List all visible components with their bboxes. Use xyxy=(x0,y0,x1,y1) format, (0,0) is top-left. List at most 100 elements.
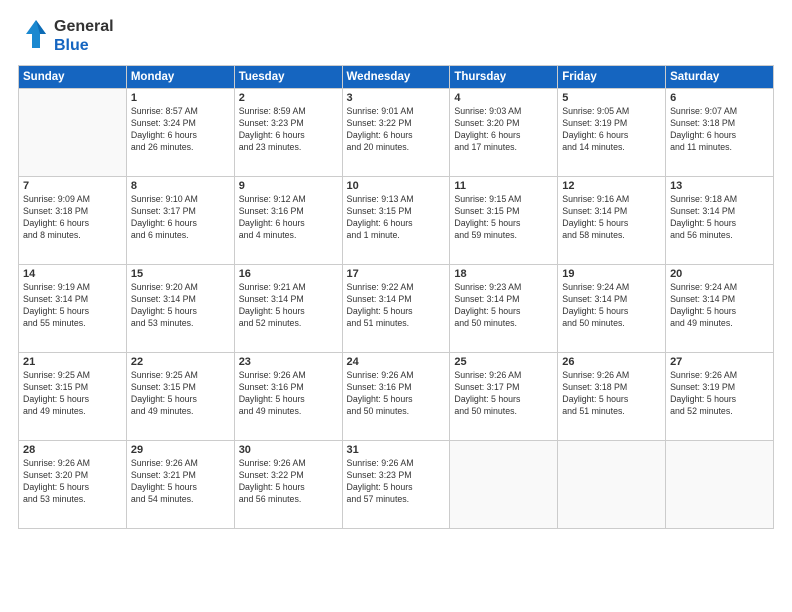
calendar-cell: 17Sunrise: 9:22 AM Sunset: 3:14 PM Dayli… xyxy=(342,265,450,353)
day-number: 11 xyxy=(454,180,553,192)
calendar-cell: 18 Sunrise: 9:23 AM Sunset: 3:14 PM Dayli… xyxy=(450,265,558,353)
calendar-cell: 24 Sunrise: 9:26 AM Sunset: 3:16 PM Dayli… xyxy=(342,353,450,441)
cell-sun-info: Sunrise: 9:13 AM Sunset: 3:15 PM Dayligh… xyxy=(347,194,446,242)
calendar-cell: 6 Sunrise: 9:07 AM Sunset: 3:18 PM Daylig… xyxy=(666,89,774,177)
logo-general: General xyxy=(54,18,114,36)
calendar-cell xyxy=(450,441,558,529)
weekday-header: Friday xyxy=(558,66,666,89)
day-number: 6 xyxy=(670,92,769,104)
cell-sun-info: Sunrise: 9:21 AM Sunset: 3:14 PM Dayligh… xyxy=(239,282,338,330)
cell-sun-info: Sunrise: 9:18 AM Sunset: 3:14 PM Dayligh… xyxy=(670,194,769,242)
calendar-cell: 13 Sunrise: 9:18 AM Sunset: 3:14 PM Dayli… xyxy=(666,177,774,265)
day-number: 10 xyxy=(347,180,446,192)
day-number: 20 xyxy=(670,268,769,280)
day-number: 25 xyxy=(454,356,553,368)
cell-sun-info: Sunrise: 9:24 AM Sunset: 3:14 PM Dayligh… xyxy=(562,282,661,330)
day-number: 3 xyxy=(347,92,446,104)
calendar-cell: 11Sunrise: 9:15 AM Sunset: 3:15 PM Dayli… xyxy=(450,177,558,265)
calendar-cell: 12Sunrise: 9:16 AM Sunset: 3:14 PM Dayli… xyxy=(558,177,666,265)
weekday-header: Wednesday xyxy=(342,66,450,89)
calendar-week-row: 7 Sunrise: 9:09 AM Sunset: 3:18 PM Daylig… xyxy=(19,177,774,265)
cell-sun-info: Sunrise: 9:24 AM Sunset: 3:14 PM Dayligh… xyxy=(670,282,769,330)
cell-sun-info: Sunrise: 9:05 AM Sunset: 3:19 PM Dayligh… xyxy=(562,106,661,154)
calendar-week-row: 28 Sunrise: 9:26 AM Sunset: 3:20 PM Dayli… xyxy=(19,441,774,529)
cell-sun-info: Sunrise: 9:10 AM Sunset: 3:17 PM Dayligh… xyxy=(131,194,230,242)
calendar-cell: 14 Sunrise: 9:19 AM Sunset: 3:14 PM Dayli… xyxy=(19,265,127,353)
day-number: 1 xyxy=(131,92,230,104)
day-number: 5 xyxy=(562,92,661,104)
cell-sun-info: Sunrise: 9:26 AM Sunset: 3:21 PM Dayligh… xyxy=(131,458,230,506)
calendar-cell: 21Sunrise: 9:25 AM Sunset: 3:15 PM Dayli… xyxy=(19,353,127,441)
page: General Blue SundayMondayTuesdayWednesda… xyxy=(0,0,792,612)
calendar-cell: 3 Sunrise: 9:01 AM Sunset: 3:22 PM Daylig… xyxy=(342,89,450,177)
weekday-header: Thursday xyxy=(450,66,558,89)
calendar-cell: 29Sunrise: 9:26 AM Sunset: 3:21 PM Dayli… xyxy=(126,441,234,529)
cell-sun-info: Sunrise: 9:01 AM Sunset: 3:22 PM Dayligh… xyxy=(347,106,446,154)
cell-sun-info: Sunrise: 9:26 AM Sunset: 3:23 PM Dayligh… xyxy=(347,458,446,506)
day-number: 8 xyxy=(131,180,230,192)
day-number: 27 xyxy=(670,356,769,368)
calendar-week-row: 14 Sunrise: 9:19 AM Sunset: 3:14 PM Dayli… xyxy=(19,265,774,353)
calendar-cell: 5 Sunrise: 9:05 AM Sunset: 3:19 PM Daylig… xyxy=(558,89,666,177)
calendar-cell: 30 Sunrise: 9:26 AM Sunset: 3:22 PM Dayli… xyxy=(234,441,342,529)
calendar-week-row: 21Sunrise: 9:25 AM Sunset: 3:15 PM Dayli… xyxy=(19,353,774,441)
day-number: 13 xyxy=(670,180,769,192)
day-number: 22 xyxy=(131,356,230,368)
day-number: 23 xyxy=(239,356,338,368)
day-number: 19 xyxy=(562,268,661,280)
calendar-cell: 9 Sunrise: 9:12 AM Sunset: 3:16 PM Daylig… xyxy=(234,177,342,265)
cell-sun-info: Sunrise: 8:57 AM Sunset: 3:24 PM Dayligh… xyxy=(131,106,230,154)
calendar-cell: 22 Sunrise: 9:25 AM Sunset: 3:15 PM Dayli… xyxy=(126,353,234,441)
calendar-cell: 15Sunrise: 9:20 AM Sunset: 3:14 PM Dayli… xyxy=(126,265,234,353)
calendar-week-row: 1 Sunrise: 8:57 AM Sunset: 3:24 PM Daylig… xyxy=(19,89,774,177)
day-number: 9 xyxy=(239,180,338,192)
header: General Blue xyxy=(18,18,774,55)
calendar-cell: 19 Sunrise: 9:24 AM Sunset: 3:14 PM Dayli… xyxy=(558,265,666,353)
calendar-cell: 23 Sunrise: 9:26 AM Sunset: 3:16 PM Dayli… xyxy=(234,353,342,441)
day-number: 26 xyxy=(562,356,661,368)
day-number: 18 xyxy=(454,268,553,280)
day-number: 15 xyxy=(131,268,230,280)
weekday-header: Monday xyxy=(126,66,234,89)
cell-sun-info: Sunrise: 9:26 AM Sunset: 3:17 PM Dayligh… xyxy=(454,370,553,418)
calendar-cell xyxy=(558,441,666,529)
cell-sun-info: Sunrise: 9:19 AM Sunset: 3:14 PM Dayligh… xyxy=(23,282,122,330)
cell-sun-info: Sunrise: 9:26 AM Sunset: 3:16 PM Dayligh… xyxy=(239,370,338,418)
day-number: 14 xyxy=(23,268,122,280)
cell-sun-info: Sunrise: 9:26 AM Sunset: 3:18 PM Dayligh… xyxy=(562,370,661,418)
calendar-cell: 1 Sunrise: 8:57 AM Sunset: 3:24 PM Daylig… xyxy=(126,89,234,177)
day-number: 17 xyxy=(347,268,446,280)
logo-blue: Blue xyxy=(54,37,114,55)
cell-sun-info: Sunrise: 9:26 AM Sunset: 3:20 PM Dayligh… xyxy=(23,458,122,506)
cell-sun-info: Sunrise: 9:26 AM Sunset: 3:22 PM Dayligh… xyxy=(239,458,338,506)
day-number: 24 xyxy=(347,356,446,368)
cell-sun-info: Sunrise: 9:26 AM Sunset: 3:16 PM Dayligh… xyxy=(347,370,446,418)
cell-sun-info: Sunrise: 8:59 AM Sunset: 3:23 PM Dayligh… xyxy=(239,106,338,154)
calendar-cell: 7 Sunrise: 9:09 AM Sunset: 3:18 PM Daylig… xyxy=(19,177,127,265)
calendar-cell: 16 Sunrise: 9:21 AM Sunset: 3:14 PM Dayli… xyxy=(234,265,342,353)
calendar-cell: 10 Sunrise: 9:13 AM Sunset: 3:15 PM Dayli… xyxy=(342,177,450,265)
logo-bird-icon xyxy=(18,18,50,50)
calendar-cell: 28 Sunrise: 9:26 AM Sunset: 3:20 PM Dayli… xyxy=(19,441,127,529)
cell-sun-info: Sunrise: 9:25 AM Sunset: 3:15 PM Dayligh… xyxy=(131,370,230,418)
day-number: 30 xyxy=(239,444,338,456)
day-number: 31 xyxy=(347,444,446,456)
calendar-cell: 4 Sunrise: 9:03 AM Sunset: 3:20 PM Daylig… xyxy=(450,89,558,177)
calendar-cell: 31 Sunrise: 9:26 AM Sunset: 3:23 PM Dayli… xyxy=(342,441,450,529)
day-number: 16 xyxy=(239,268,338,280)
cell-sun-info: Sunrise: 9:25 AM Sunset: 3:15 PM Dayligh… xyxy=(23,370,122,418)
cell-sun-info: Sunrise: 9:12 AM Sunset: 3:16 PM Dayligh… xyxy=(239,194,338,242)
day-number: 7 xyxy=(23,180,122,192)
calendar-cell: 27Sunrise: 9:26 AM Sunset: 3:19 PM Dayli… xyxy=(666,353,774,441)
cell-sun-info: Sunrise: 9:16 AM Sunset: 3:14 PM Dayligh… xyxy=(562,194,661,242)
calendar-cell: 2Sunrise: 8:59 AM Sunset: 3:23 PM Daylig… xyxy=(234,89,342,177)
cell-sun-info: Sunrise: 9:07 AM Sunset: 3:18 PM Dayligh… xyxy=(670,106,769,154)
cell-sun-info: Sunrise: 9:09 AM Sunset: 3:18 PM Dayligh… xyxy=(23,194,122,242)
cell-sun-info: Sunrise: 9:23 AM Sunset: 3:14 PM Dayligh… xyxy=(454,282,553,330)
calendar-cell xyxy=(666,441,774,529)
cell-sun-info: Sunrise: 9:03 AM Sunset: 3:20 PM Dayligh… xyxy=(454,106,553,154)
calendar-header-row: SundayMondayTuesdayWednesdayThursdayFrid… xyxy=(19,66,774,89)
weekday-header: Sunday xyxy=(19,66,127,89)
day-number: 4 xyxy=(454,92,553,104)
day-number: 28 xyxy=(23,444,122,456)
